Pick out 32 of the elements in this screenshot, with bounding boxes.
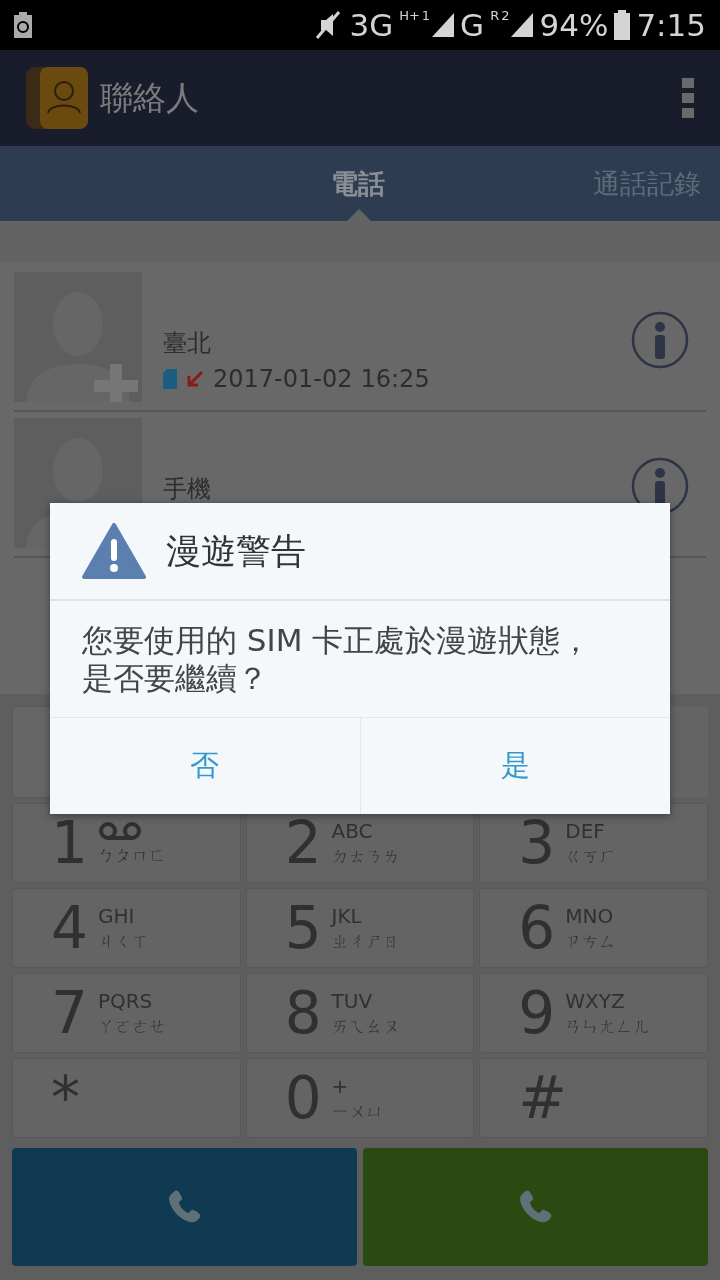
call-date: 2017-01-02	[213, 365, 353, 393]
contact-label: 臺北	[163, 328, 211, 359]
dial-key[interactable]: #	[479, 1058, 708, 1138]
overflow-menu-icon[interactable]	[682, 78, 694, 118]
recycle-battery-icon	[14, 12, 32, 38]
voicemail-icon	[97, 819, 142, 842]
signal-icon	[511, 13, 534, 37]
contacts-app-icon[interactable]	[26, 67, 88, 129]
clock: 7:15	[636, 9, 706, 41]
incoming-call-arrow-icon	[185, 369, 205, 389]
dialog-button[interactable]: 是	[359, 718, 670, 814]
battery-percent: 94%	[539, 9, 609, 41]
sim-number: 1	[421, 8, 431, 23]
tab[interactable]: 電話	[331, 166, 385, 202]
warning-icon	[82, 523, 146, 579]
network-type: 3G	[349, 9, 394, 41]
network-label: H+	[399, 8, 420, 23]
letters-label: +	[331, 1073, 349, 1098]
sim-number: 2	[501, 8, 510, 23]
dial-key[interactable]: *	[12, 1058, 241, 1138]
dialog-message: 您要使用的 SIM 卡正處於漫遊狀態，是否要繼續？	[81, 621, 593, 698]
contact-label: 手機	[163, 474, 211, 505]
network-type: G	[460, 9, 485, 41]
signal-icon	[432, 13, 455, 37]
key-digit: #	[518, 1069, 567, 1127]
app-title: 聯絡人	[100, 76, 200, 119]
sim-card-icon	[163, 369, 177, 389]
key-digit: *	[51, 1069, 80, 1127]
battery-icon	[614, 10, 631, 40]
dialog-title: 漫遊警告	[166, 529, 306, 573]
network-label: R	[490, 8, 500, 23]
call-time: 16:25	[360, 365, 430, 393]
